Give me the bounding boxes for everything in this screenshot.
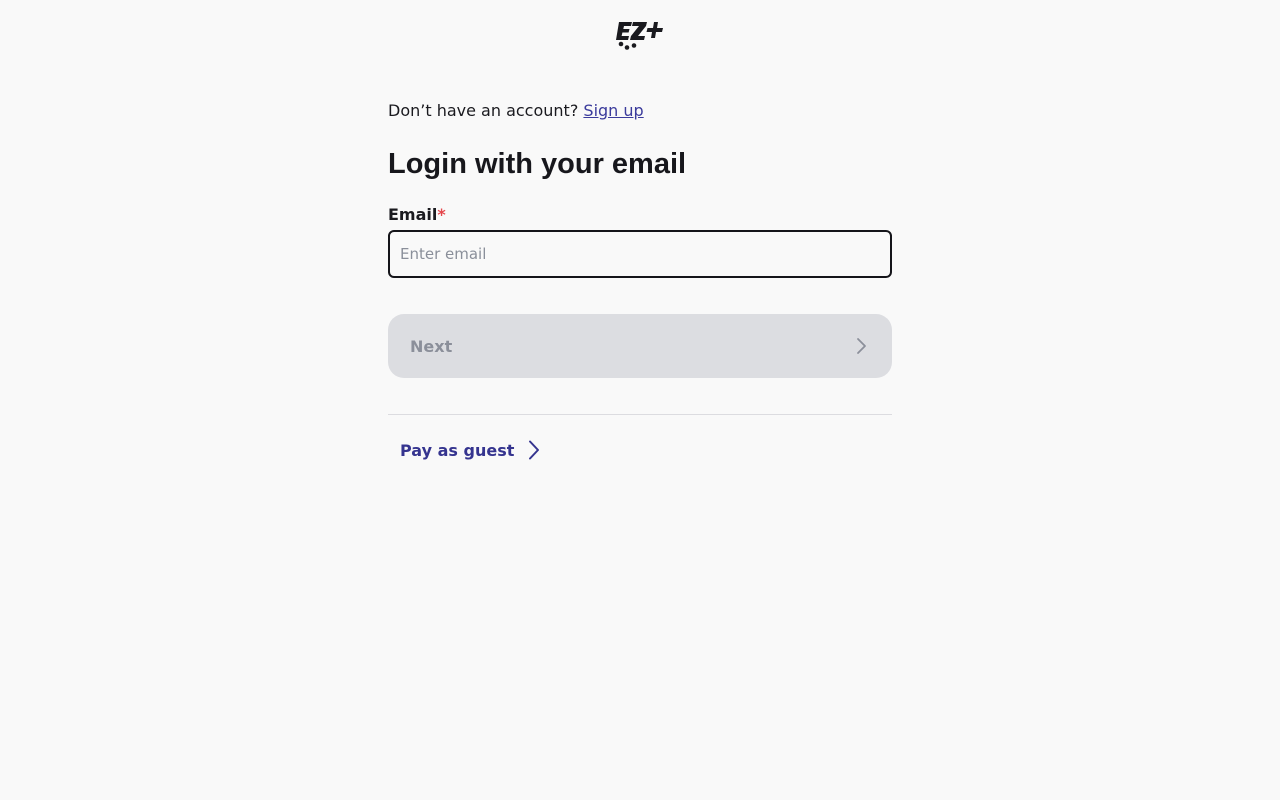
email-label-text: Email [388, 205, 438, 224]
email-input[interactable] [388, 230, 892, 278]
pay-as-guest-link[interactable]: Pay as guest [400, 439, 544, 461]
logo-graphic [616, 22, 663, 50]
pay-as-guest-label: Pay as guest [400, 440, 515, 460]
divider [388, 414, 892, 415]
required-asterisk: * [437, 205, 446, 224]
signup-link[interactable]: Sign up [583, 101, 643, 120]
signup-prompt-line: Don’t have an account? Sign up [388, 100, 644, 122]
chevron-right-icon [857, 338, 866, 354]
ez-plus-logo [616, 19, 666, 51]
email-label: Email* [388, 205, 446, 225]
next-button[interactable]: Next [388, 314, 892, 378]
page-title: Login with your email [388, 148, 687, 180]
chevron-right-icon [529, 440, 540, 460]
signup-prompt-text: Don’t have an account? [388, 101, 579, 120]
next-button-label: Next [410, 336, 453, 356]
